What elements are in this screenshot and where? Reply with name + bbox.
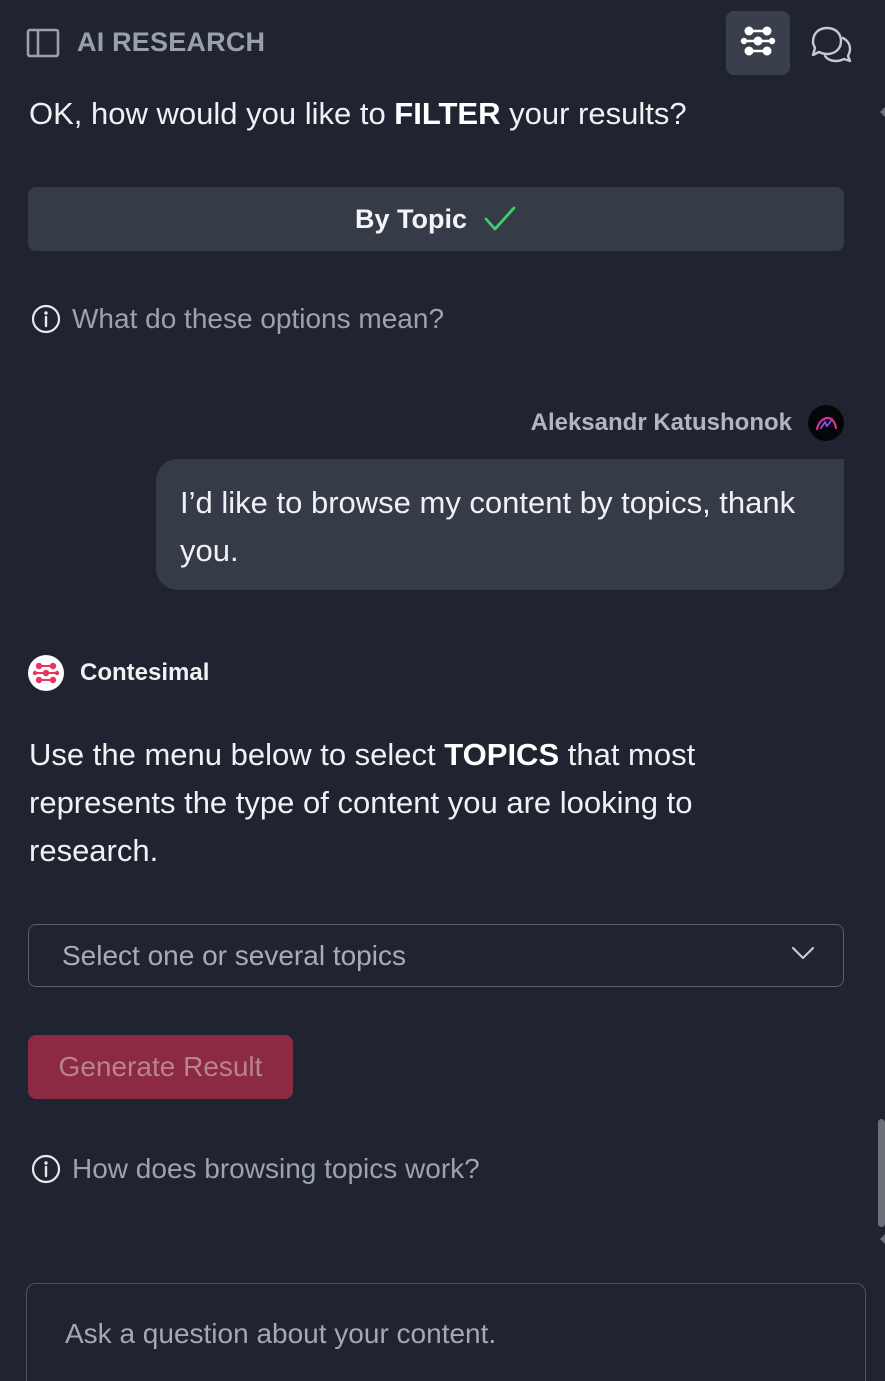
avatar	[808, 405, 844, 441]
topics-keyword: TOPICS	[444, 737, 560, 772]
bot-message-header: Contesimal	[28, 655, 209, 691]
options-help-text: What do these options mean?	[72, 303, 445, 334]
bot-message-start: Use the menu below to select	[29, 737, 445, 772]
filter-question: OK, how would you like to FILTER your re…	[29, 96, 687, 132]
ask-question-box	[26, 1283, 866, 1381]
ask-question-input[interactable]	[65, 1318, 827, 1350]
filter-question-text: OK, how would you like to	[29, 96, 395, 131]
check-icon	[483, 205, 517, 233]
by-topic-option[interactable]: By Topic	[28, 187, 844, 251]
chevron-down-icon	[791, 945, 815, 966]
scrollbar-thumb[interactable]	[878, 1119, 885, 1227]
filter-keyword: FILTER	[394, 96, 501, 131]
chat-bubbles-icon[interactable]	[808, 22, 854, 66]
scrollbar-up-arrow[interactable]	[877, 103, 885, 117]
topic-select-dropdown[interactable]: Select one or several topics	[28, 924, 844, 987]
app-title: AI RESEARCH	[77, 27, 266, 57]
contesimal-logo-icon	[28, 655, 64, 691]
topic-select-placeholder: Select one or several topics	[62, 939, 406, 971]
filter-question-text-end: your results?	[500, 96, 687, 131]
user-message-header: Aleksandr Katushonok	[531, 405, 844, 441]
bot-name: Contesimal	[80, 659, 210, 686]
scrollbar-down-arrow[interactable]	[877, 1234, 885, 1248]
generate-result-button[interactable]: Generate Result	[28, 1035, 293, 1099]
user-name: Aleksandr Katushonok	[530, 409, 792, 436]
options-help-link[interactable]: What do these options mean?	[31, 303, 444, 335]
by-topic-label: By Topic	[354, 203, 467, 234]
user-message-bubble: I’d like to browse my content by topics,…	[156, 459, 844, 590]
contesimal-network-icon	[739, 24, 777, 63]
info-icon	[31, 304, 61, 334]
topics-help-text: How does browsing topics work?	[72, 1153, 480, 1184]
ai-research-panel: AI RESEARCH OK, how would you like to FI…	[0, 0, 885, 1381]
topics-help-link[interactable]: How does browsing topics work?	[31, 1153, 480, 1185]
sidebar-panel-icon[interactable]	[26, 27, 60, 59]
research-mode-button[interactable]	[726, 11, 790, 75]
header: AI RESEARCH	[0, 0, 885, 86]
bot-message-text: Use the menu below to select TOPICS that…	[29, 731, 829, 875]
info-icon	[31, 1154, 61, 1184]
